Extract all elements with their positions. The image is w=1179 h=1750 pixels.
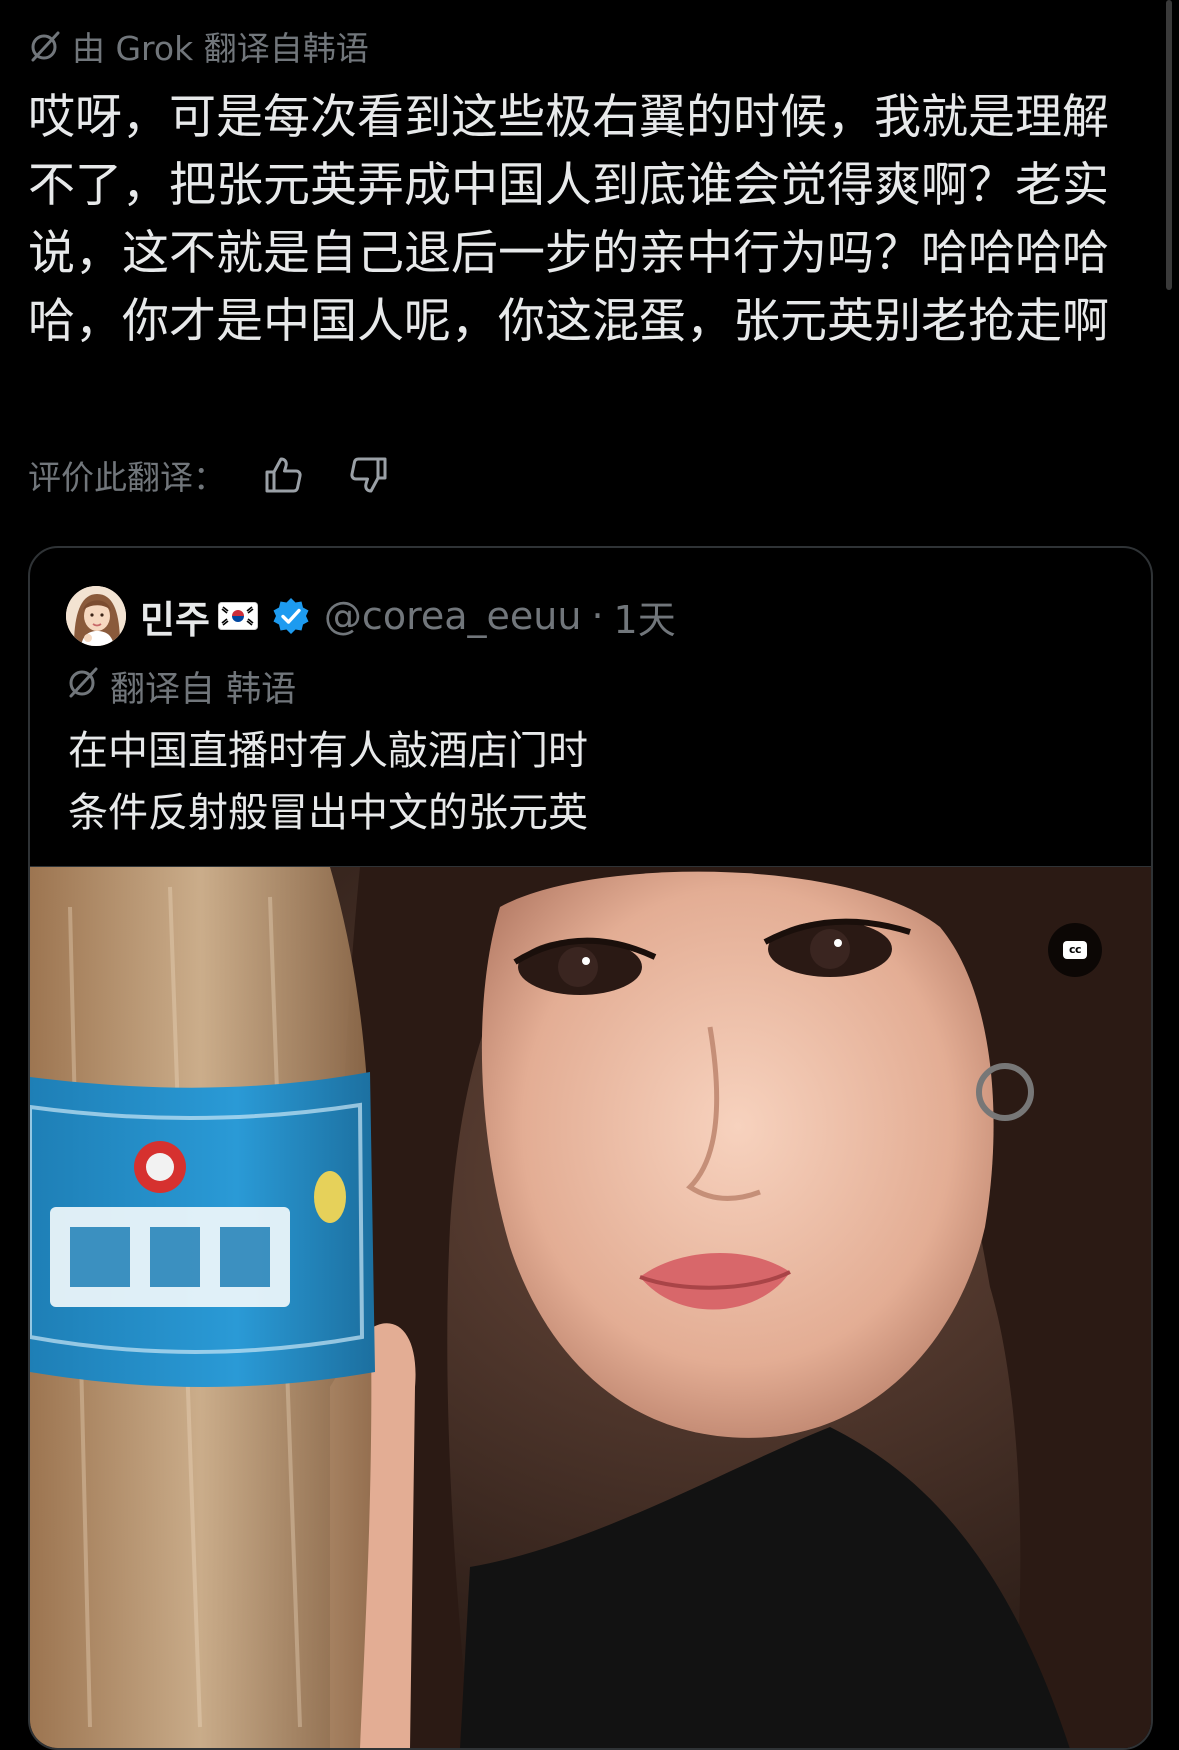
rate-translation-label: 评价此翻译： (28, 458, 226, 497)
korea-flag-icon (217, 602, 258, 630)
thumbs-down-icon (350, 457, 387, 493)
quoted-timestamp[interactable]: 1天 (614, 589, 676, 644)
video-player[interactable]: cc (30, 866, 1151, 1748)
quoted-display-name[interactable]: 민주 (140, 589, 210, 644)
quoted-translate-label: 翻译自 韩语 (66, 664, 296, 710)
thumbs-down-button[interactable] (342, 448, 396, 502)
translation-source-label: 由 Grok 翻译自韩语 (28, 24, 369, 68)
quoted-handle[interactable]: @corea_eeuu (324, 594, 582, 638)
grok-icon (28, 29, 62, 63)
cc-icon: cc (1063, 941, 1087, 959)
scrollbar[interactable] (1166, 0, 1172, 290)
rate-translation-row: 评价此翻译： (28, 448, 396, 502)
avatar[interactable] (66, 586, 126, 646)
thumbs-up-icon (265, 457, 302, 493)
meta-separator: · (591, 594, 604, 638)
verified-badge-icon (273, 598, 309, 634)
quoted-post-card[interactable]: 민주 @corea_eeuu · 1天 翻译自 韩语 在中国直播时有人敲酒店门时… (28, 546, 1153, 1750)
video-thumbnail (30, 867, 1151, 1748)
translate-icon (66, 665, 100, 708)
closed-captions-button[interactable]: cc (1048, 923, 1102, 977)
translation-source-text: 由 Grok 翻译自韩语 (72, 29, 369, 68)
quoted-post-text: 在中国直播时有人敲酒店门时 条件反射般冒出中文的张元英 (68, 728, 588, 836)
quoted-translate-text: 翻译自 韩语 (110, 669, 297, 710)
post-translated-text: 哎呀，可是每次看到这些极右翼的时候，我就是理解不了，把张元英弄成中国人到底谁会觉… (28, 90, 1109, 349)
quoted-post-header: 민주 @corea_eeuu · 1天 (66, 585, 676, 647)
thumbs-up-button[interactable] (256, 448, 310, 502)
